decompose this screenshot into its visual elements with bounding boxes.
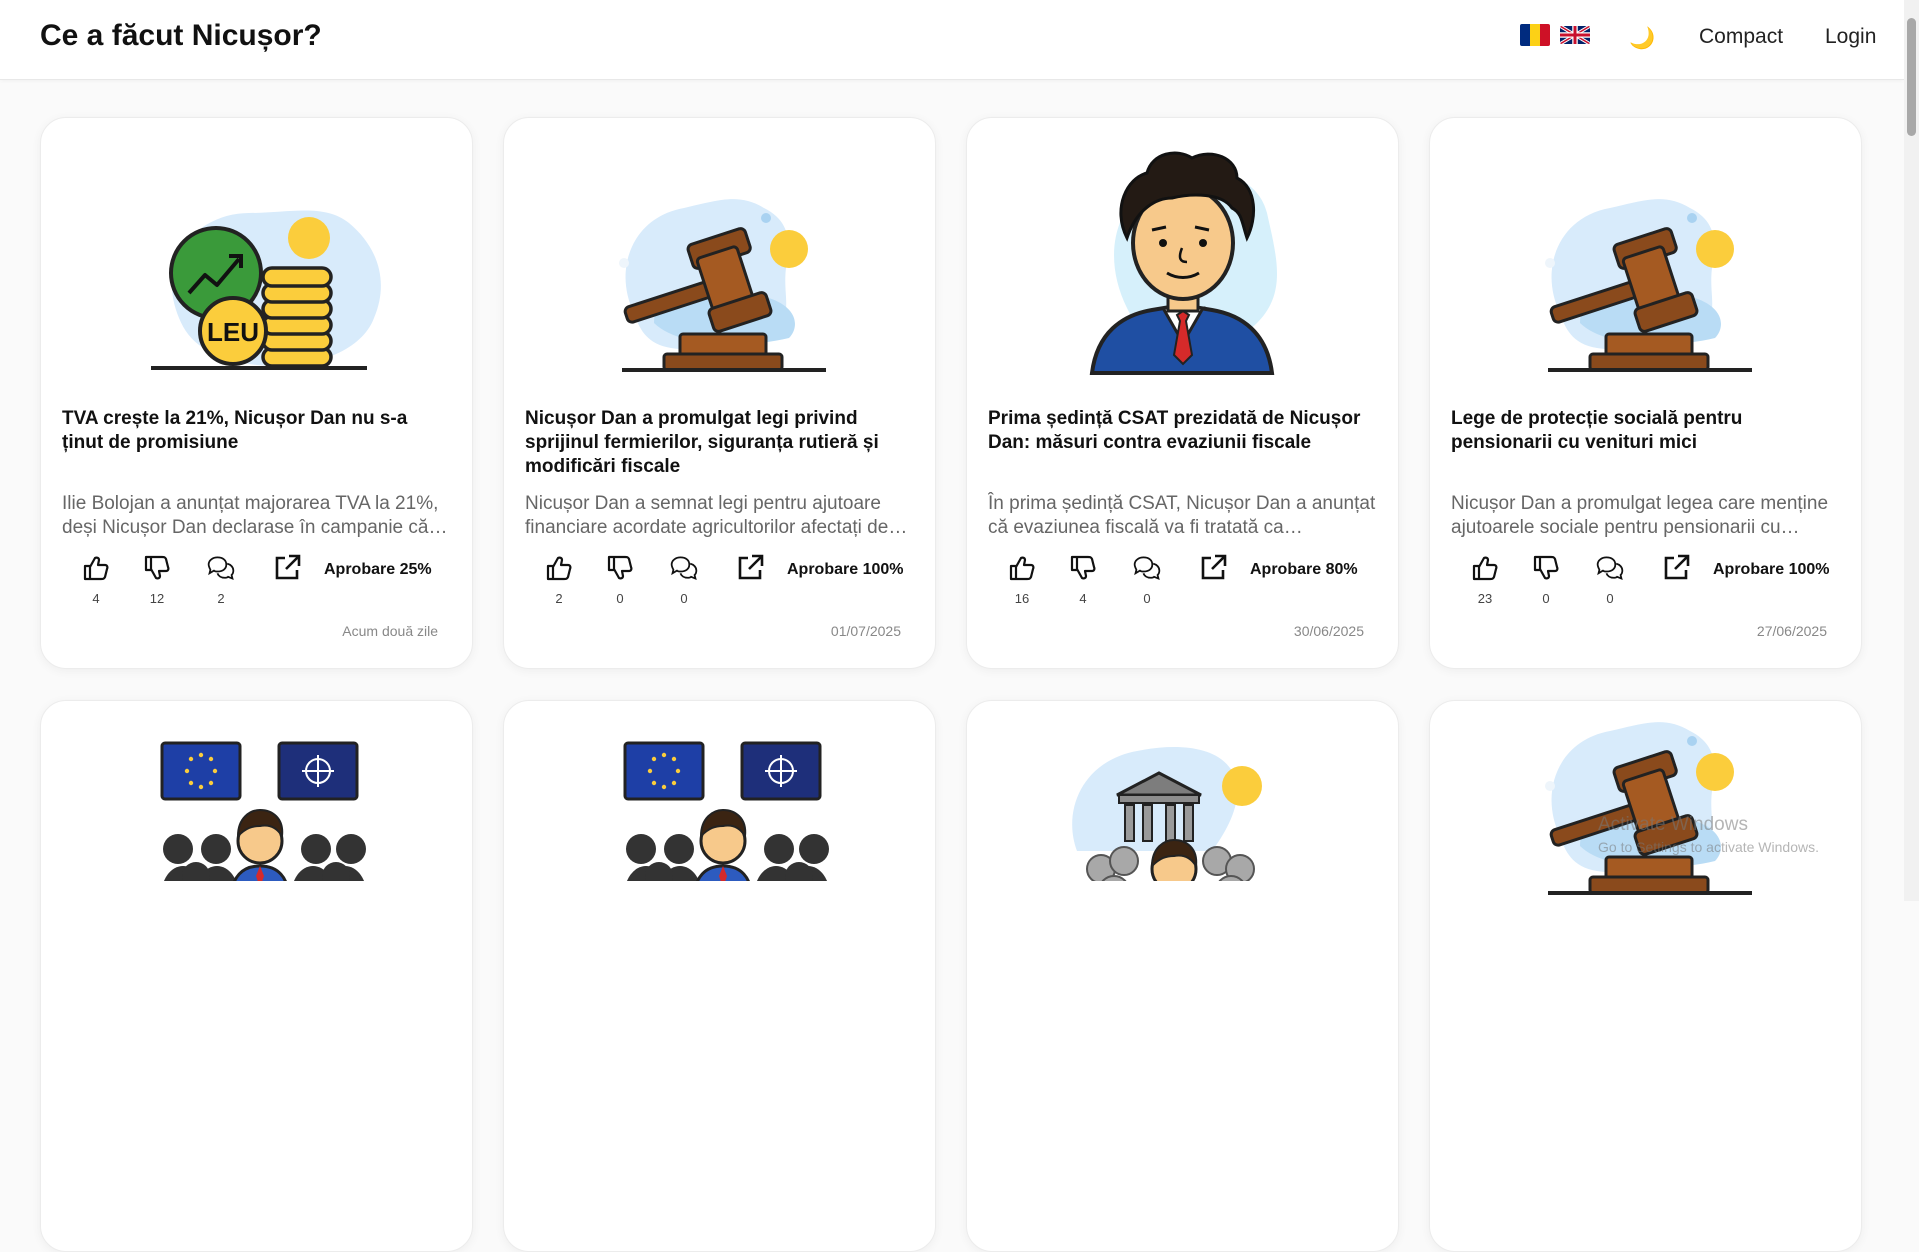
dislike-button[interactable]: 0 [600, 553, 640, 606]
news-card[interactable]: Lege de protecție socială pentru pension… [1429, 117, 1862, 669]
card-description: Nicușor Dan a semnat legi pentru ajutoar… [525, 493, 889, 538]
news-card[interactable]: Prima ședință CSAT prezidată de Nicușor … [966, 117, 1399, 669]
comments-icon [1595, 553, 1625, 583]
card-title[interactable]: Prima ședință CSAT prezidată de Nicușor … [988, 407, 1378, 455]
scrollbar-thumb[interactable] [1907, 18, 1916, 136]
comment-count: 0 [1606, 591, 1614, 606]
comments-icon [669, 553, 699, 583]
thumbs-down-icon [1068, 553, 1098, 583]
news-card[interactable] [1429, 700, 1862, 1252]
card-date: 27/06/2025 [1756, 623, 1827, 639]
gavel-icon [504, 118, 936, 383]
uk-flag-icon[interactable] [1560, 26, 1590, 44]
card-date: Acum două zile [342, 623, 438, 639]
like-button[interactable]: 2 [539, 553, 579, 606]
news-card[interactable] [503, 700, 936, 1252]
open-link-button[interactable] [1193, 553, 1233, 583]
card-actions: 16 4 0 Aprobare 80% [988, 553, 1388, 613]
dislike-button[interactable]: 0 [1526, 553, 1566, 606]
svg-text:LEU: LEU [207, 317, 259, 347]
thumbs-up-icon [81, 553, 111, 583]
dislike-button[interactable]: 4 [1063, 553, 1103, 606]
comments-icon [206, 553, 236, 583]
dislike-count: 0 [1542, 591, 1550, 606]
dislike-count: 12 [149, 591, 165, 606]
compact-view-link[interactable]: Compact [1699, 25, 1783, 49]
thumbs-down-icon [605, 553, 635, 583]
card-title[interactable]: Lege de protecție socială pentru pension… [1451, 407, 1841, 455]
president-portrait-icon [967, 118, 1398, 383]
open-link-button[interactable] [267, 553, 307, 583]
comments-button[interactable]: 2 [201, 553, 241, 606]
login-link[interactable]: Login [1825, 25, 1876, 49]
card-date: 01/07/2025 [830, 623, 901, 639]
news-card[interactable]: Nicușor Dan a promulgat legi privind spr… [503, 117, 936, 669]
like-button[interactable]: 4 [76, 553, 116, 606]
thumbs-down-icon [142, 553, 172, 583]
approval-rating: Aprobare 100% [1713, 561, 1830, 578]
comment-count: 0 [1143, 591, 1151, 606]
gavel-icon [1430, 700, 1862, 906]
moon-icon[interactable]: 🌙 [1629, 27, 1655, 51]
thumbs-up-icon [1470, 553, 1500, 583]
dislike-count: 0 [616, 591, 624, 606]
external-link-icon [1661, 553, 1691, 583]
dislike-button[interactable]: 12 [137, 553, 177, 606]
like-count: 4 [92, 591, 100, 606]
eu-nato-summit-icon [504, 701, 936, 966]
like-button[interactable]: 23 [1465, 553, 1505, 606]
external-link-icon [735, 553, 765, 583]
approval-rating: Aprobare 80% [1250, 561, 1358, 578]
card-description: Ilie Bolojan a anunțat majorarea TVA la … [62, 493, 439, 538]
open-link-button[interactable] [730, 553, 770, 583]
thumbs-down-icon [1531, 553, 1561, 583]
thumbs-up-icon [544, 553, 574, 583]
approval-rating: Aprobare 100% [787, 561, 904, 578]
comment-count: 2 [217, 591, 225, 606]
card-date: 30/06/2025 [1293, 623, 1364, 639]
dislike-count: 4 [1079, 591, 1087, 606]
page-scrollbar[interactable] [1904, 0, 1919, 901]
comments-icon [1132, 553, 1162, 583]
approval-rating: Aprobare 25% [324, 561, 432, 578]
card-actions: 2 0 0 Aprobare 100% [525, 553, 925, 613]
card-description: În prima ședință CSAT, Nicușor Dan a anu… [988, 493, 1376, 538]
comments-button[interactable]: 0 [1590, 553, 1630, 606]
like-button[interactable]: 16 [1002, 553, 1042, 606]
like-count: 23 [1477, 591, 1493, 606]
comments-button[interactable]: 0 [664, 553, 704, 606]
card-actions: 4 12 2 Aprobare 25% [62, 553, 462, 613]
romania-flag-icon[interactable] [1520, 24, 1550, 46]
card-title[interactable]: Nicușor Dan a promulgat legi privind spr… [525, 407, 915, 479]
card-actions: 23 0 0 Aprobare 100% [1451, 553, 1851, 613]
eu-nato-summit-icon [41, 701, 473, 966]
news-card[interactable] [966, 700, 1399, 1252]
like-count: 16 [1014, 591, 1030, 606]
comments-button[interactable]: 0 [1127, 553, 1167, 606]
card-title[interactable]: TVA crește la 21%, Nicușor Dan nu s-a ți… [62, 407, 452, 455]
thumbs-up-icon [1007, 553, 1037, 583]
site-title[interactable]: Ce a făcut Nicușor? [40, 19, 322, 53]
comment-count: 0 [680, 591, 688, 606]
gavel-icon [1430, 118, 1862, 383]
news-card[interactable]: LEU TVA crește la 21%, Nicușor Dan nu s-… [40, 117, 473, 669]
card-description: Nicușor Dan a promulgat legea care menți… [1451, 493, 1829, 538]
top-header: Ce a făcut Nicușor? 🌙 Compact Login [0, 0, 1904, 80]
external-link-icon [272, 553, 302, 583]
like-count: 2 [555, 591, 563, 606]
institution-crowd-icon [967, 701, 1399, 966]
news-card[interactable] [40, 700, 473, 1252]
coins-growth-icon: LEU [41, 118, 472, 383]
open-link-button[interactable] [1656, 553, 1696, 583]
external-link-icon [1198, 553, 1228, 583]
